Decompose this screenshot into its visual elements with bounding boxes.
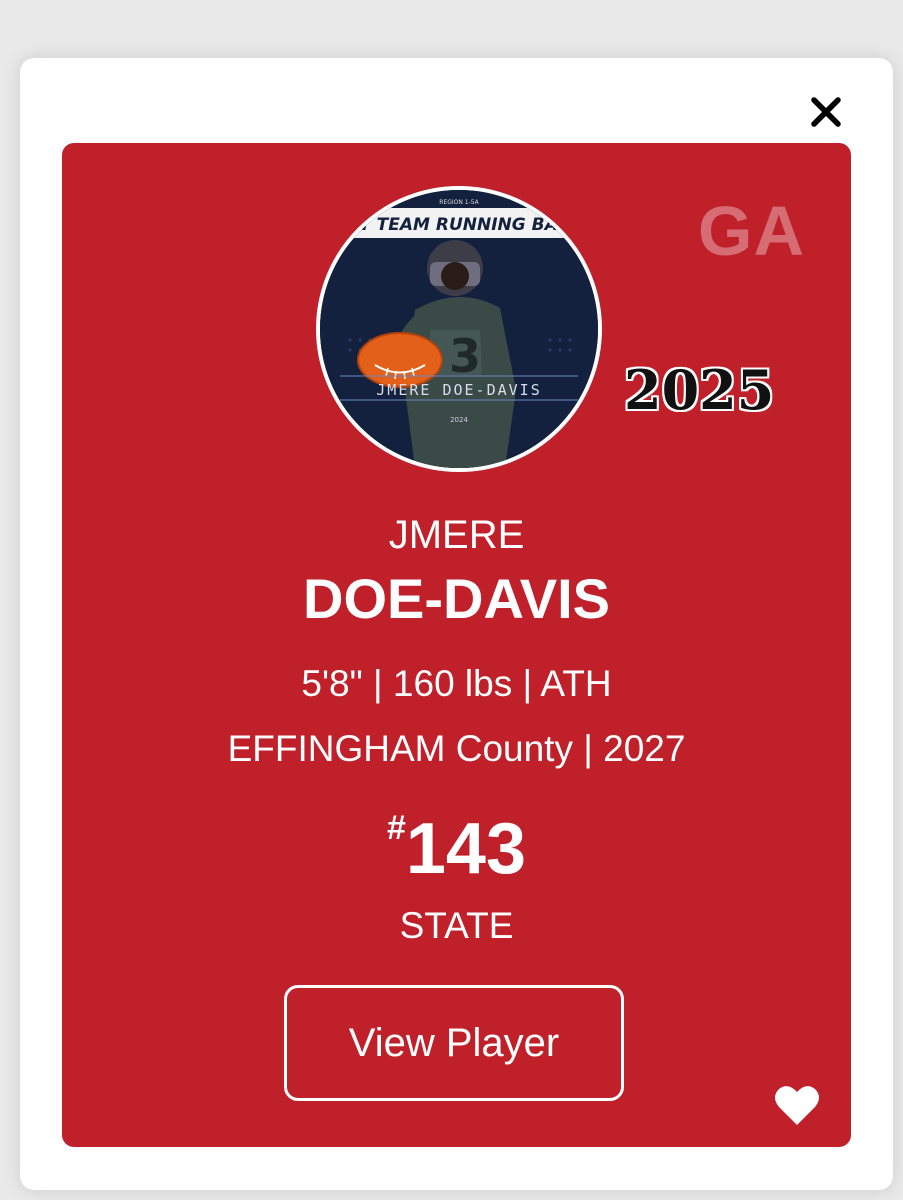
close-icon[interactable] — [808, 94, 844, 130]
player-first-name: JMERE — [388, 513, 525, 557]
rank-prefix: # — [386, 809, 406, 847]
player-card: GA REGION 1-5A 1ST TEAM RUNNING BACK 3 J… — [62, 143, 851, 1147]
player-school: EFFINGHAM County | 2027 — [227, 728, 686, 769]
rank-label: STATE — [399, 905, 514, 946]
player-last-name: DOE-DAVIS — [303, 567, 610, 630]
state-abbreviation: GA — [698, 192, 805, 270]
photo-name-strip: JMERE DOE-DAVIS — [376, 381, 541, 399]
class-year-badge: 2025 — [624, 358, 775, 422]
player-stats: 5'8" | 160 lbs | ATH — [301, 663, 612, 704]
photo-year: 2024 — [450, 416, 468, 424]
photo-banner-text: 1ST TEAM RUNNING BACK — [335, 215, 585, 235]
view-player-button[interactable]: View Player — [284, 985, 624, 1101]
player-modal: GA REGION 1-5A 1ST TEAM RUNNING BACK 3 J… — [20, 58, 893, 1190]
state-rank: #143 — [62, 808, 851, 890]
player-photo: REGION 1-5A 1ST TEAM RUNNING BACK 3 JMER… — [316, 186, 602, 472]
photo-jersey-number: 3 — [449, 329, 481, 383]
heart-icon[interactable] — [773, 1083, 821, 1127]
photo-banner-small: REGION 1-5A — [439, 199, 479, 206]
rank-number: 143 — [405, 809, 527, 889]
